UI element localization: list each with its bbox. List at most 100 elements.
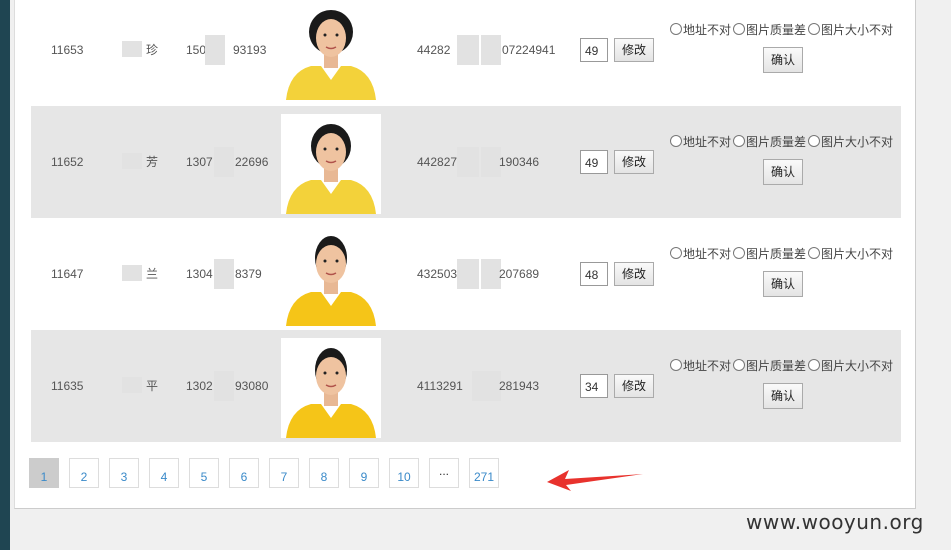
idcard-suffix: 190346 <box>499 155 540 169</box>
redaction <box>481 35 501 65</box>
radio-size[interactable]: 图片大小不对 <box>808 23 893 37</box>
radio-circle-icon[interactable] <box>808 247 821 259</box>
radio-quality[interactable]: 图片质量差 <box>733 23 806 37</box>
page-1-button[interactable]: 1 <box>29 458 59 488</box>
review-panel: 11653 珍 150 93193 44282 07224941 49 修改 地… <box>14 0 916 509</box>
phone-prefix: 150 <box>186 43 207 57</box>
score-input[interactable]: 48 <box>580 262 608 286</box>
reject-reason-group: 地址不对 图片质量差 图片大小不对 <box>670 359 895 373</box>
score-input[interactable]: 49 <box>580 38 608 62</box>
arrow-shape <box>547 470 643 491</box>
radio-circle-icon[interactable] <box>733 247 746 259</box>
page-4-button[interactable]: 4 <box>149 458 179 488</box>
page-271-button[interactable]: 271 <box>469 458 499 488</box>
radio-circle-icon[interactable] <box>670 23 682 35</box>
score-input[interactable]: 49 <box>580 150 608 174</box>
applicant-name: 平 <box>146 379 159 393</box>
table-row: 11635 平 1302 93080 4113291 281943 34 修改 <box>31 330 901 442</box>
radio-circle-icon[interactable] <box>733 135 746 147</box>
radio-label: 图片大小不对 <box>821 247 894 261</box>
idcard-suffix: 07224941 <box>502 43 556 57</box>
redaction <box>122 41 142 57</box>
applicant-photo <box>281 114 381 214</box>
radio-circle-icon[interactable] <box>670 359 682 371</box>
radio-label: 图片质量差 <box>746 247 807 261</box>
confirm-button[interactable]: 确认 <box>763 47 803 73</box>
record-id: 11647 <box>51 267 84 281</box>
radio-label: 地址不对 <box>683 359 732 373</box>
radio-address[interactable]: 地址不对 <box>670 359 731 373</box>
record-id: 11653 <box>51 43 84 57</box>
score-input[interactable]: 34 <box>580 374 608 398</box>
page-5-button[interactable]: 5 <box>189 458 219 488</box>
idcard-suffix: 207689 <box>499 267 540 281</box>
redaction <box>122 377 142 393</box>
page-9-button[interactable]: 9 <box>349 458 379 488</box>
red-arrow-annotation <box>547 470 643 491</box>
radio-circle-icon[interactable] <box>670 247 682 259</box>
left-sidebar-edge <box>0 0 10 550</box>
idcard-prefix: 432503 <box>417 267 458 281</box>
reject-reason-group: 地址不对 图片质量差 图片大小不对 <box>670 135 895 149</box>
radio-circle-icon[interactable] <box>808 135 821 147</box>
radio-label: 图片质量差 <box>746 135 807 149</box>
radio-address[interactable]: 地址不对 <box>670 23 731 37</box>
page-ellipsis: ... <box>429 458 459 488</box>
idcard-suffix: 281943 <box>499 379 540 393</box>
applicant-name: 兰 <box>146 267 159 281</box>
confirm-button[interactable]: 确认 <box>763 383 803 409</box>
modify-button[interactable]: 修改 <box>614 150 654 174</box>
idcard-prefix: 442827 <box>417 155 458 169</box>
phone-suffix: 93193 <box>233 43 267 57</box>
page-8-button[interactable]: 8 <box>309 458 339 488</box>
radio-circle-icon[interactable] <box>808 359 821 371</box>
radio-quality[interactable]: 图片质量差 <box>733 359 806 373</box>
redaction <box>481 147 501 177</box>
radio-circle-icon[interactable] <box>733 359 746 371</box>
radio-circle-icon[interactable] <box>670 135 682 147</box>
radio-address[interactable]: 地址不对 <box>670 135 731 149</box>
applicant-photo <box>281 0 381 100</box>
page-3-button[interactable]: 3 <box>109 458 139 488</box>
modify-button[interactable]: 修改 <box>614 38 654 62</box>
radio-address[interactable]: 地址不对 <box>670 247 731 261</box>
redaction <box>122 153 142 169</box>
reject-reason-group: 地址不对 图片质量差 图片大小不对 <box>670 23 895 37</box>
modify-button[interactable]: 修改 <box>614 262 654 286</box>
radio-label: 地址不对 <box>683 23 732 37</box>
radio-label: 图片大小不对 <box>821 135 894 149</box>
idcard-prefix: 4113291 <box>417 379 463 393</box>
phone-prefix: 1302 <box>186 379 213 393</box>
redaction <box>481 259 501 289</box>
radio-label: 图片大小不对 <box>821 359 894 373</box>
reject-reason-group: 地址不对 图片质量差 图片大小不对 <box>670 247 895 261</box>
page-10-button[interactable]: 10 <box>389 458 419 488</box>
radio-label: 图片大小不对 <box>821 23 894 37</box>
modify-button[interactable]: 修改 <box>614 374 654 398</box>
page-2-button[interactable]: 2 <box>69 458 99 488</box>
applicant-photo <box>281 226 381 326</box>
radio-circle-icon[interactable] <box>733 23 746 35</box>
redaction <box>481 371 501 401</box>
applicant-name: 珍 <box>146 43 159 57</box>
phone-suffix: 93080 <box>235 379 269 393</box>
phone-suffix: 22696 <box>235 155 269 169</box>
redaction <box>214 259 234 289</box>
radio-circle-icon[interactable] <box>808 23 821 35</box>
phone-suffix: 8379 <box>235 267 262 281</box>
radio-size[interactable]: 图片大小不对 <box>808 359 893 373</box>
radio-size[interactable]: 图片大小不对 <box>808 247 893 261</box>
record-id: 11652 <box>51 155 84 169</box>
redaction <box>214 147 234 177</box>
radio-size[interactable]: 图片大小不对 <box>808 135 893 149</box>
radio-quality[interactable]: 图片质量差 <box>733 135 806 149</box>
confirm-button[interactable]: 确认 <box>763 159 803 185</box>
table-row: 11652 芳 1307 22696 442827 190346 49 修改 地… <box>31 106 901 218</box>
confirm-button[interactable]: 确认 <box>763 271 803 297</box>
watermark: www.wooyun.org <box>746 510 924 534</box>
radio-label: 地址不对 <box>683 247 732 261</box>
page-7-button[interactable]: 7 <box>269 458 299 488</box>
radio-quality[interactable]: 图片质量差 <box>733 247 806 261</box>
page-6-button[interactable]: 6 <box>229 458 259 488</box>
redaction <box>457 259 479 289</box>
